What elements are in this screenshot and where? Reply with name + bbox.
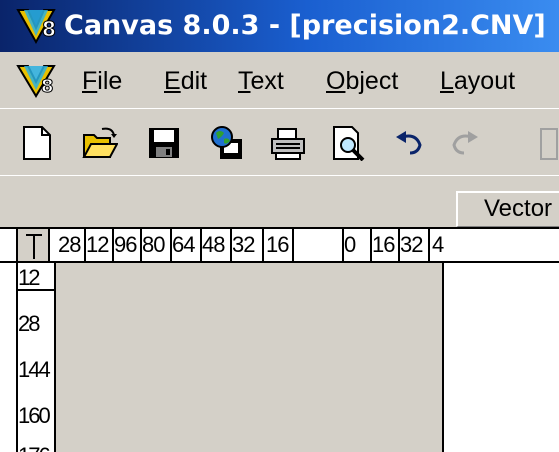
hruler-label: 96 [114, 232, 138, 257]
menu-bar: 8 File Edit Text Object Layout [0, 52, 559, 108]
menu-file-mnemonic: F [82, 67, 98, 95]
undo-icon[interactable] [392, 125, 428, 161]
hruler-tick [112, 229, 114, 261]
svg-text:8: 8 [42, 17, 56, 41]
document-system-menu-icon[interactable]: 8 [14, 64, 58, 100]
property-bar: Vector [0, 175, 559, 228]
hruler-tick [200, 229, 202, 261]
hruler-label: 4 [432, 232, 444, 257]
menu-object-mnemonic: O [326, 67, 346, 95]
vruler-label: 144 [18, 357, 51, 382]
vertical-ruler[interactable]: 12 28 144 160 176 [16, 263, 56, 452]
menu-file[interactable]: File [82, 64, 122, 98]
hruler-label: 16 [266, 232, 290, 257]
hruler-label: 16 [372, 232, 396, 257]
menu-edit-mnemonic: E [164, 67, 181, 95]
redo-icon[interactable] [446, 125, 482, 161]
hruler-tick [170, 229, 172, 261]
hruler-tick [262, 229, 264, 261]
hruler-label: 0 [344, 232, 356, 257]
hruler-tick [84, 229, 86, 261]
menu-text-mnemonic: T [238, 67, 251, 95]
vector-mode-selector[interactable]: Vector [456, 191, 559, 227]
hruler-label: 64 [172, 232, 196, 257]
hruler-tick [428, 229, 430, 261]
menu-text[interactable]: Text [238, 64, 284, 98]
ruler-origin-icon [26, 234, 42, 259]
hruler-tick [398, 229, 400, 261]
hruler-label: 12 [86, 232, 110, 257]
svg-text:8: 8 [41, 76, 54, 97]
hruler-label: 28 [58, 232, 82, 257]
hruler-label: 32 [232, 232, 256, 257]
print-icon[interactable] [270, 125, 306, 161]
hruler-label: 32 [400, 232, 424, 257]
vruler-tick [18, 289, 54, 291]
vruler-label: 160 [18, 403, 51, 428]
hruler-label: 80 [142, 232, 166, 257]
canvas-v8-logo-icon[interactable]: 8 [14, 6, 58, 46]
hruler-tick [140, 229, 142, 261]
hruler-tick [292, 229, 294, 261]
menu-layout-mnemonic: L [440, 67, 454, 95]
vruler-label: 176 [18, 443, 51, 452]
pasteboard-area[interactable] [444, 263, 559, 452]
hruler-label: 48 [202, 232, 226, 257]
save-disk-icon[interactable] [146, 125, 182, 161]
ruler-origin-button[interactable] [16, 229, 50, 261]
web-publish-icon[interactable] [210, 125, 246, 161]
left-margin-strip [0, 263, 16, 452]
drawing-page[interactable] [56, 263, 444, 452]
standard-toolbar [0, 108, 559, 176]
toolbar-separator [540, 128, 558, 160]
title-bar[interactable]: 8 Canvas 8.0.3 - [precision2.CNV] [0, 0, 559, 52]
vruler-label: 12 [18, 265, 41, 290]
hruler-tick [342, 229, 344, 261]
menu-edit-label: dit [180, 67, 208, 95]
menu-file-label: ile [97, 67, 123, 95]
new-document-icon[interactable] [18, 125, 54, 161]
menu-text-label: ext [250, 67, 284, 95]
vruler-label: 28 [18, 311, 41, 336]
menu-edit[interactable]: Edit [164, 64, 207, 98]
window-title: Canvas 8.0.3 - [precision2.CNV] [64, 10, 546, 41]
open-folder-icon[interactable] [82, 125, 118, 161]
menu-layout[interactable]: Layout [440, 64, 515, 98]
horizontal-ruler[interactable]: 28 12 96 80 64 48 32 16 0 16 32 4 [0, 227, 559, 263]
hruler-tick [370, 229, 372, 261]
menu-object-label: bject [345, 67, 399, 95]
menu-layout-label: ayout [453, 67, 516, 95]
hruler-tick [230, 229, 232, 261]
print-preview-icon[interactable] [330, 125, 366, 161]
menu-object[interactable]: Object [326, 64, 398, 98]
